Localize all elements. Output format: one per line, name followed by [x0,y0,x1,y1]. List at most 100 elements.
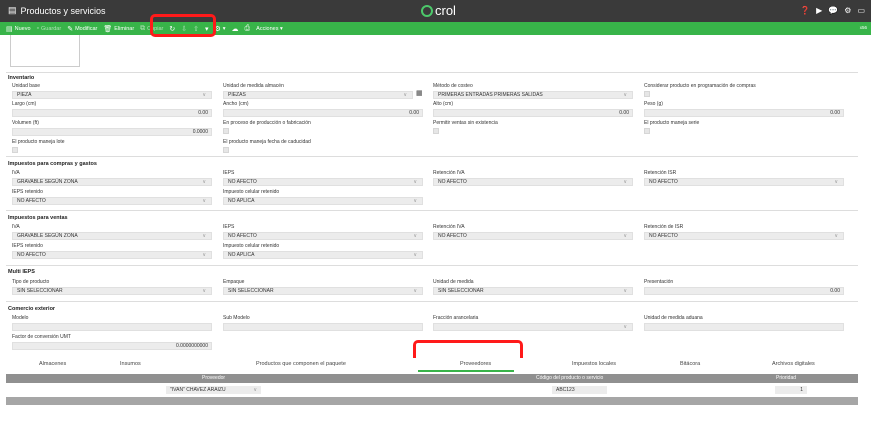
tab-insumos[interactable]: Insumos [120,361,141,367]
table-row[interactable]: "IVAN" CHAVEZ ARAIZU ∨ ABC123 1 [6,383,858,397]
iva-ventas-select[interactable]: GRAVABLE SEGÚN ZONA ∨ [12,232,212,240]
chevron-down-icon: ∨ [623,233,627,239]
tab-bitacora[interactable]: Bitácora [680,361,700,367]
celular-ventas-field: Impuesto celular retenido NO APLICA ∨ [223,243,423,259]
delete-button[interactable]: 🗑 Eliminar [103,25,134,33]
actions-menu[interactable]: Acciones ▾ [256,26,283,32]
save-icon: ▫ [36,25,40,32]
print-icon: ⎙ [244,24,251,32]
ancho-input[interactable]: 0.00 [223,109,423,117]
modify-button[interactable]: ✎ Modificar [67,25,97,33]
caducidad-checkbox[interactable] [223,147,229,153]
actions-label: Acciones ▾ [256,25,283,32]
empaque-select[interactable]: SIN SELECCIONAR ∨ [223,287,423,295]
window-icon[interactable]: ▭ [857,6,865,15]
ret-isr-label: Retención ISR [644,170,677,176]
section-impuestos-compras: Impuestos para compras y gastos [8,161,97,167]
lote-label: El producto maneja lote [12,139,65,145]
ret-iva-value: NO AFECTO [438,233,467,239]
help-icon[interactable]: ❓ [800,6,810,15]
metodo-costeo-select[interactable]: PRIMERAS ENTRADAS PRIMERAS SALIDAS ∨ [433,91,633,99]
copy-icon: ⧉ [140,24,146,32]
save-label: Guardar [41,25,62,32]
ieps-ret-ventas-select[interactable]: NO AFECTO ∨ [12,251,212,259]
unidad-aduana-input[interactable] [644,323,844,331]
factor-input[interactable]: 0.0000000000 [12,342,212,350]
proceso-checkbox[interactable] [223,128,229,134]
window-title: Productos y servicios [20,5,106,16]
fraccion-select[interactable]: ∨ [433,323,633,331]
settings-menu-button[interactable]: ⚙ ▾ [215,25,226,33]
presentacion-input[interactable]: 0.00 [644,287,844,295]
considerar-checkbox[interactable] [644,91,650,97]
unidad-almacen-select[interactable]: PIEZAS ∨ [223,91,413,99]
tab-archivos-digitales[interactable]: Archivos digitales [772,361,815,367]
ret-iva-compras-select[interactable]: NO AFECTO ∨ [433,178,633,186]
unidad-label: Unidad de medida [433,279,474,285]
submodelo-label: Sub Modelo [223,315,250,321]
considerar-field: Considerar producto en programación de c… [644,83,844,97]
ieps-ret-ventas-field: IEPS retenido NO AFECTO ∨ [12,243,212,259]
lote-checkbox[interactable] [12,147,18,153]
print-button[interactable]: ⎙ [245,25,251,33]
ret-iva-ventas-select[interactable]: NO AFECTO ∨ [433,232,633,240]
celular-ventas-select[interactable]: NO APLICA ∨ [223,251,423,259]
cloud-button[interactable]: ☁ [232,25,239,33]
product-image[interactable] [10,35,80,67]
tab-almacenes[interactable]: Almacenes [39,361,66,367]
tab-impuestos-locales[interactable]: Impuestos locales [572,361,616,367]
ret-isr-value: NO AFECTO [649,179,678,185]
column-codigo: Código del producto o servicio [536,375,604,381]
divider [6,156,858,157]
empaque-field: Empaque SIN SELECCIONAR ∨ [223,279,423,295]
tab-proveedores[interactable]: Proveedores [460,361,491,367]
tipo-producto-select[interactable]: SIN SELECCIONAR ∨ [12,287,212,295]
ret-isr-ventas-select[interactable]: NO AFECTO ∨ [644,232,844,240]
highlight-toolbar [150,14,216,37]
celular-compras-select[interactable]: NO APLICA ∨ [223,197,423,205]
alto-input[interactable]: 0.00 [433,109,633,117]
chevron-down-icon: ▾ [222,25,226,32]
submodelo-input[interactable] [223,323,423,331]
unidad-almacen-field: Unidad de medida almacén PIEZAS ∨ [223,83,413,99]
tipo-producto-field: Tipo de producto SIN SELECCIONAR ∨ [12,279,212,295]
codigo-input[interactable]: ABC123 [552,386,607,394]
ieps-ventas-select[interactable]: NO AFECTO ∨ [223,232,423,240]
largo-input[interactable]: 0.00 [12,109,212,117]
iva-compras-select[interactable]: GRAVABLE SEGÚN ZONA ∨ [12,178,212,186]
peso-input[interactable]: 0.00 [644,109,844,117]
iva-value: GRAVABLE SEGÚN ZONA [17,233,78,239]
metodo-value: PRIMERAS ENTRADAS PRIMERAS SALIDAS [438,92,543,98]
ieps-ret-label: IEPS retenido [12,189,43,195]
save-button[interactable]: ▫ Guardar [37,25,62,32]
ieps-compras-select[interactable]: NO AFECTO ∨ [223,178,423,186]
volumen-input[interactable]: 0.0000 [12,128,212,136]
unidad-base-select[interactable]: PIEZA ∨ [12,91,212,99]
modelo-field: Modelo [12,315,212,331]
chevron-down-icon: ∨ [202,179,206,185]
video-icon[interactable]: ▶ [816,6,822,15]
proveedor-select[interactable]: "IVAN" CHAVEZ ARAIZU ∨ [166,386,261,394]
presentacion-field: Presentación 0.00 [644,279,844,295]
grid-footer [6,397,858,405]
tab-productos-paquete[interactable]: Productos que componen el paquete [256,361,346,367]
unidad-medida-select[interactable]: SIN SELECCIONAR ∨ [433,287,633,295]
prioridad-input[interactable]: 1 [775,386,807,394]
chat-icon[interactable]: 💬 [828,6,838,15]
chevron-down-icon: ∨ [623,324,627,330]
ieps-ret-compras-select[interactable]: NO AFECTO ∨ [12,197,212,205]
calculator-icon[interactable]: ▦ [416,89,423,97]
divider [6,301,858,302]
ieps-value: NO AFECTO [228,233,257,239]
ret-isr-compras-select[interactable]: NO AFECTO ∨ [644,178,844,186]
tipo-label: Tipo de producto [12,279,50,285]
celular-label: Impuesto celular retenido [223,189,280,195]
new-button[interactable]: ▤ Nuevo [6,25,31,33]
permitir-checkbox[interactable] [433,128,439,134]
serie-checkbox[interactable] [644,128,650,134]
modelo-input[interactable] [12,323,212,331]
settings-icon[interactable]: ⚙ [844,6,851,15]
proceso-field: En proceso de producción o fabricación [223,120,423,134]
chevron-down-icon: ∨ [834,179,838,185]
permitir-label: Permitir ventas sin existencia [433,120,498,126]
